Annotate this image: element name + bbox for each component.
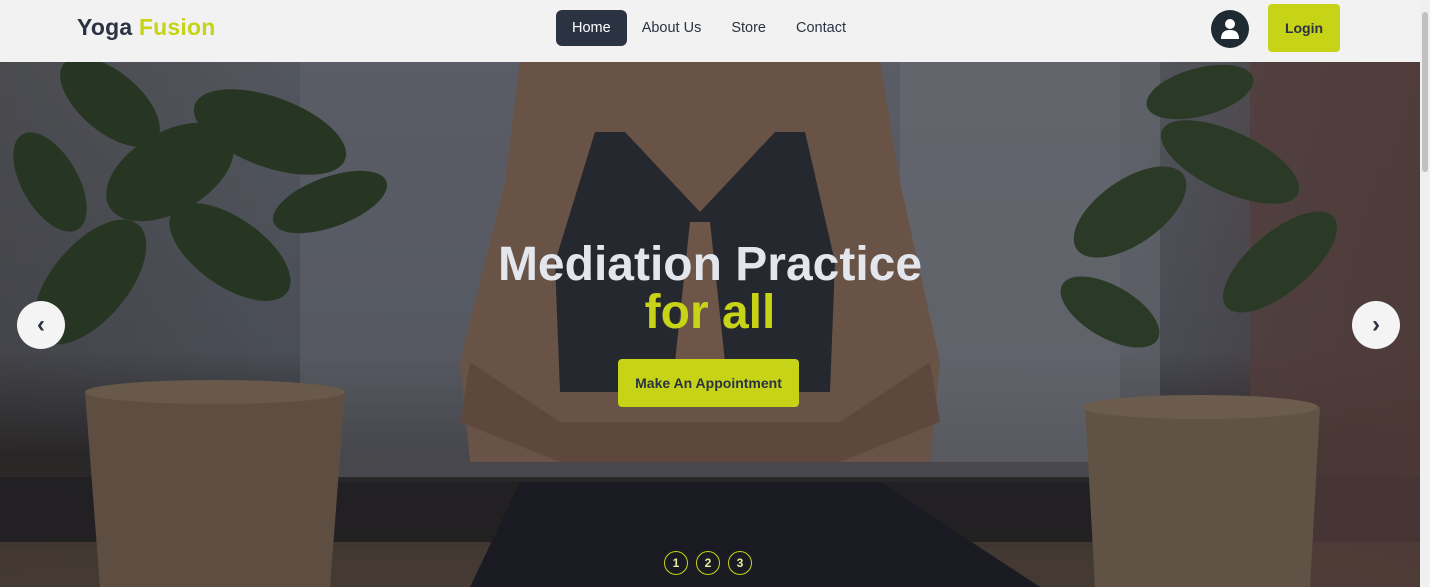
carousel-indicator-3[interactable]: 3 bbox=[728, 551, 752, 575]
chevron-left-icon: ‹ bbox=[37, 311, 45, 338]
site-header: Yoga Fusion Home About Us Store Contact … bbox=[0, 0, 1420, 62]
carousel-next-button[interactable]: › bbox=[1352, 301, 1400, 349]
main-nav: Home About Us Store Contact bbox=[556, 10, 861, 46]
logo-text-accent: Fusion bbox=[138, 14, 216, 40]
carousel-indicator-1[interactable]: 1 bbox=[664, 551, 688, 575]
logo-text-primary: Yoga bbox=[77, 14, 133, 40]
carousel-indicator-2[interactable]: 2 bbox=[696, 551, 720, 575]
nav-item-about[interactable]: About Us bbox=[627, 10, 717, 46]
page-scrollbar[interactable] bbox=[1420, 0, 1430, 587]
hero-carousel: Mediation Practice for all Make An Appoi… bbox=[0, 62, 1420, 587]
login-button[interactable]: Login bbox=[1268, 4, 1340, 52]
make-appointment-button[interactable]: Make An Appointment bbox=[618, 359, 799, 407]
nav-item-contact[interactable]: Contact bbox=[781, 10, 861, 46]
nav-item-home[interactable]: Home bbox=[556, 10, 627, 46]
scrollbar-thumb[interactable] bbox=[1422, 12, 1428, 172]
carousel-prev-button[interactable]: ‹ bbox=[17, 301, 65, 349]
chevron-right-icon: › bbox=[1372, 311, 1380, 338]
nav-item-store[interactable]: Store bbox=[716, 10, 781, 46]
logo[interactable]: Yoga Fusion bbox=[77, 14, 216, 41]
hero-title: Mediation Practice bbox=[497, 238, 923, 291]
carousel-indicators: 1 2 3 bbox=[664, 551, 752, 575]
hero-subtitle: for all bbox=[644, 286, 776, 339]
user-account-button[interactable] bbox=[1211, 10, 1249, 48]
user-icon bbox=[1221, 19, 1239, 39]
